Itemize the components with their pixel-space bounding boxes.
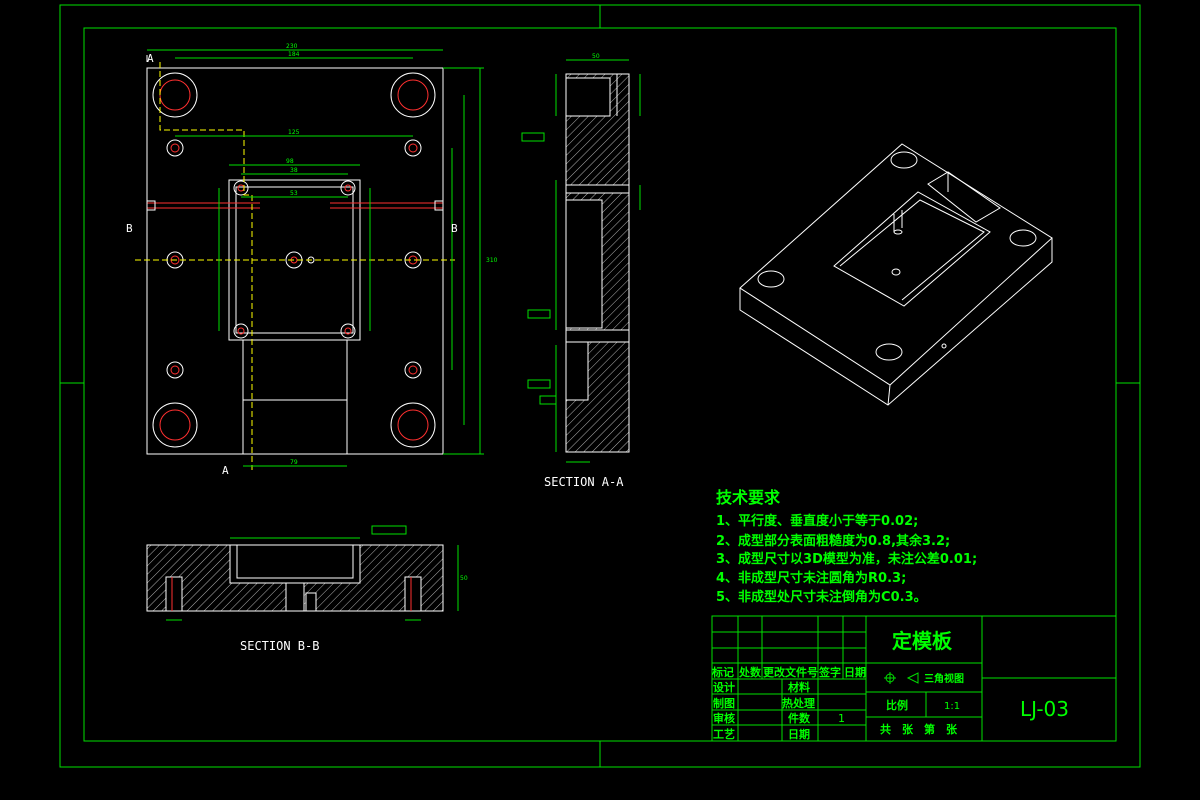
screw-holes	[166, 139, 422, 379]
projection-symbol-icon	[884, 672, 919, 684]
title-date-label: 日期	[788, 727, 810, 741]
title-material: 材料	[788, 680, 810, 694]
requirement-item: 4、非成型尺寸未注圆角为R0.3;	[716, 570, 906, 586]
requirement-item: 3、成型尺寸以3D模型为准，未注公差0.01;	[716, 551, 977, 567]
scale-value: 1:1	[944, 701, 960, 712]
scale-label: 比例	[886, 698, 908, 712]
dim-plan-w6: 53	[290, 190, 298, 197]
dim-plan-w5: 38	[290, 167, 298, 174]
title-quantity-value: 1	[838, 712, 845, 725]
isometric-view	[739, 143, 1053, 406]
section-aa-label: SECTION A-A	[544, 475, 624, 489]
requirement-item: 2、成型部分表面粗糙度为0.8,其余3.2;	[716, 533, 950, 549]
dim-plan-w1: 230	[286, 43, 298, 50]
plan-dimensions	[147, 49, 484, 467]
requirements-heading: 技术要求	[716, 488, 781, 507]
cut-label-a-bottom: A	[222, 464, 229, 477]
plan-view: 230 184 125 98 38 53 79 310 A A B B	[126, 43, 498, 477]
cut-label-b-right: B	[451, 222, 458, 235]
part-name: 定模板	[892, 629, 953, 653]
dim-plan-w7: 79	[290, 459, 298, 466]
requirement-item: 5、非成型处尺寸未注倒角为C0.3。	[716, 589, 927, 605]
sheet-count: 共 张 第 张	[880, 722, 958, 736]
drawing-number: LJ-03	[1020, 697, 1069, 721]
dim-plan-h1: 310	[486, 257, 498, 264]
title-process: 工艺	[713, 727, 735, 741]
dim-bb-h: 50	[460, 575, 468, 582]
cut-label-a-top: A	[147, 52, 154, 65]
dim-aa-w: 50	[592, 53, 600, 60]
title-review: 审核	[713, 711, 735, 725]
title-row-header-mark: 标记	[711, 665, 734, 679]
title-design: 设计	[713, 680, 735, 694]
title-drafting: 制图	[713, 696, 735, 710]
dim-plan-w3: 125	[288, 129, 300, 136]
requirement-item: 1、平行度、垂直度小于等于0.02;	[716, 513, 918, 529]
cad-drawing-canvas: 230 184 125 98 38 53 79 310 A A B B 50 S…	[59, 4, 1141, 768]
dim-plan-w4: 98	[286, 158, 294, 165]
technical-requirements: 技术要求 1、平行度、垂直度小于等于0.02; 2、成型部分表面粗糙度为0.8,…	[716, 488, 977, 605]
title-row-header-sign: 签字	[818, 665, 841, 679]
section-bb-view: 50 SECTION B-B	[146, 525, 468, 653]
projection-label: 三角视图	[924, 672, 964, 685]
dim-plan-w2: 184	[288, 51, 300, 58]
title-row-header-change: 更改文件号	[763, 665, 818, 679]
section-aa-view: 50 SECTION A-A	[521, 53, 641, 489]
title-block: 标记 处数 更改文件号 签字 日期 设计 制图 审核 工艺 材料 热处理 件数 …	[711, 615, 1117, 742]
cut-label-b-left: B	[126, 222, 133, 235]
section-bb-label: SECTION B-B	[240, 639, 319, 653]
title-row-header-date: 日期	[844, 665, 866, 679]
title-row-header-count: 处数	[738, 665, 762, 679]
title-heat-treatment: 热处理	[782, 696, 815, 710]
title-quantity-label: 件数	[788, 711, 811, 725]
